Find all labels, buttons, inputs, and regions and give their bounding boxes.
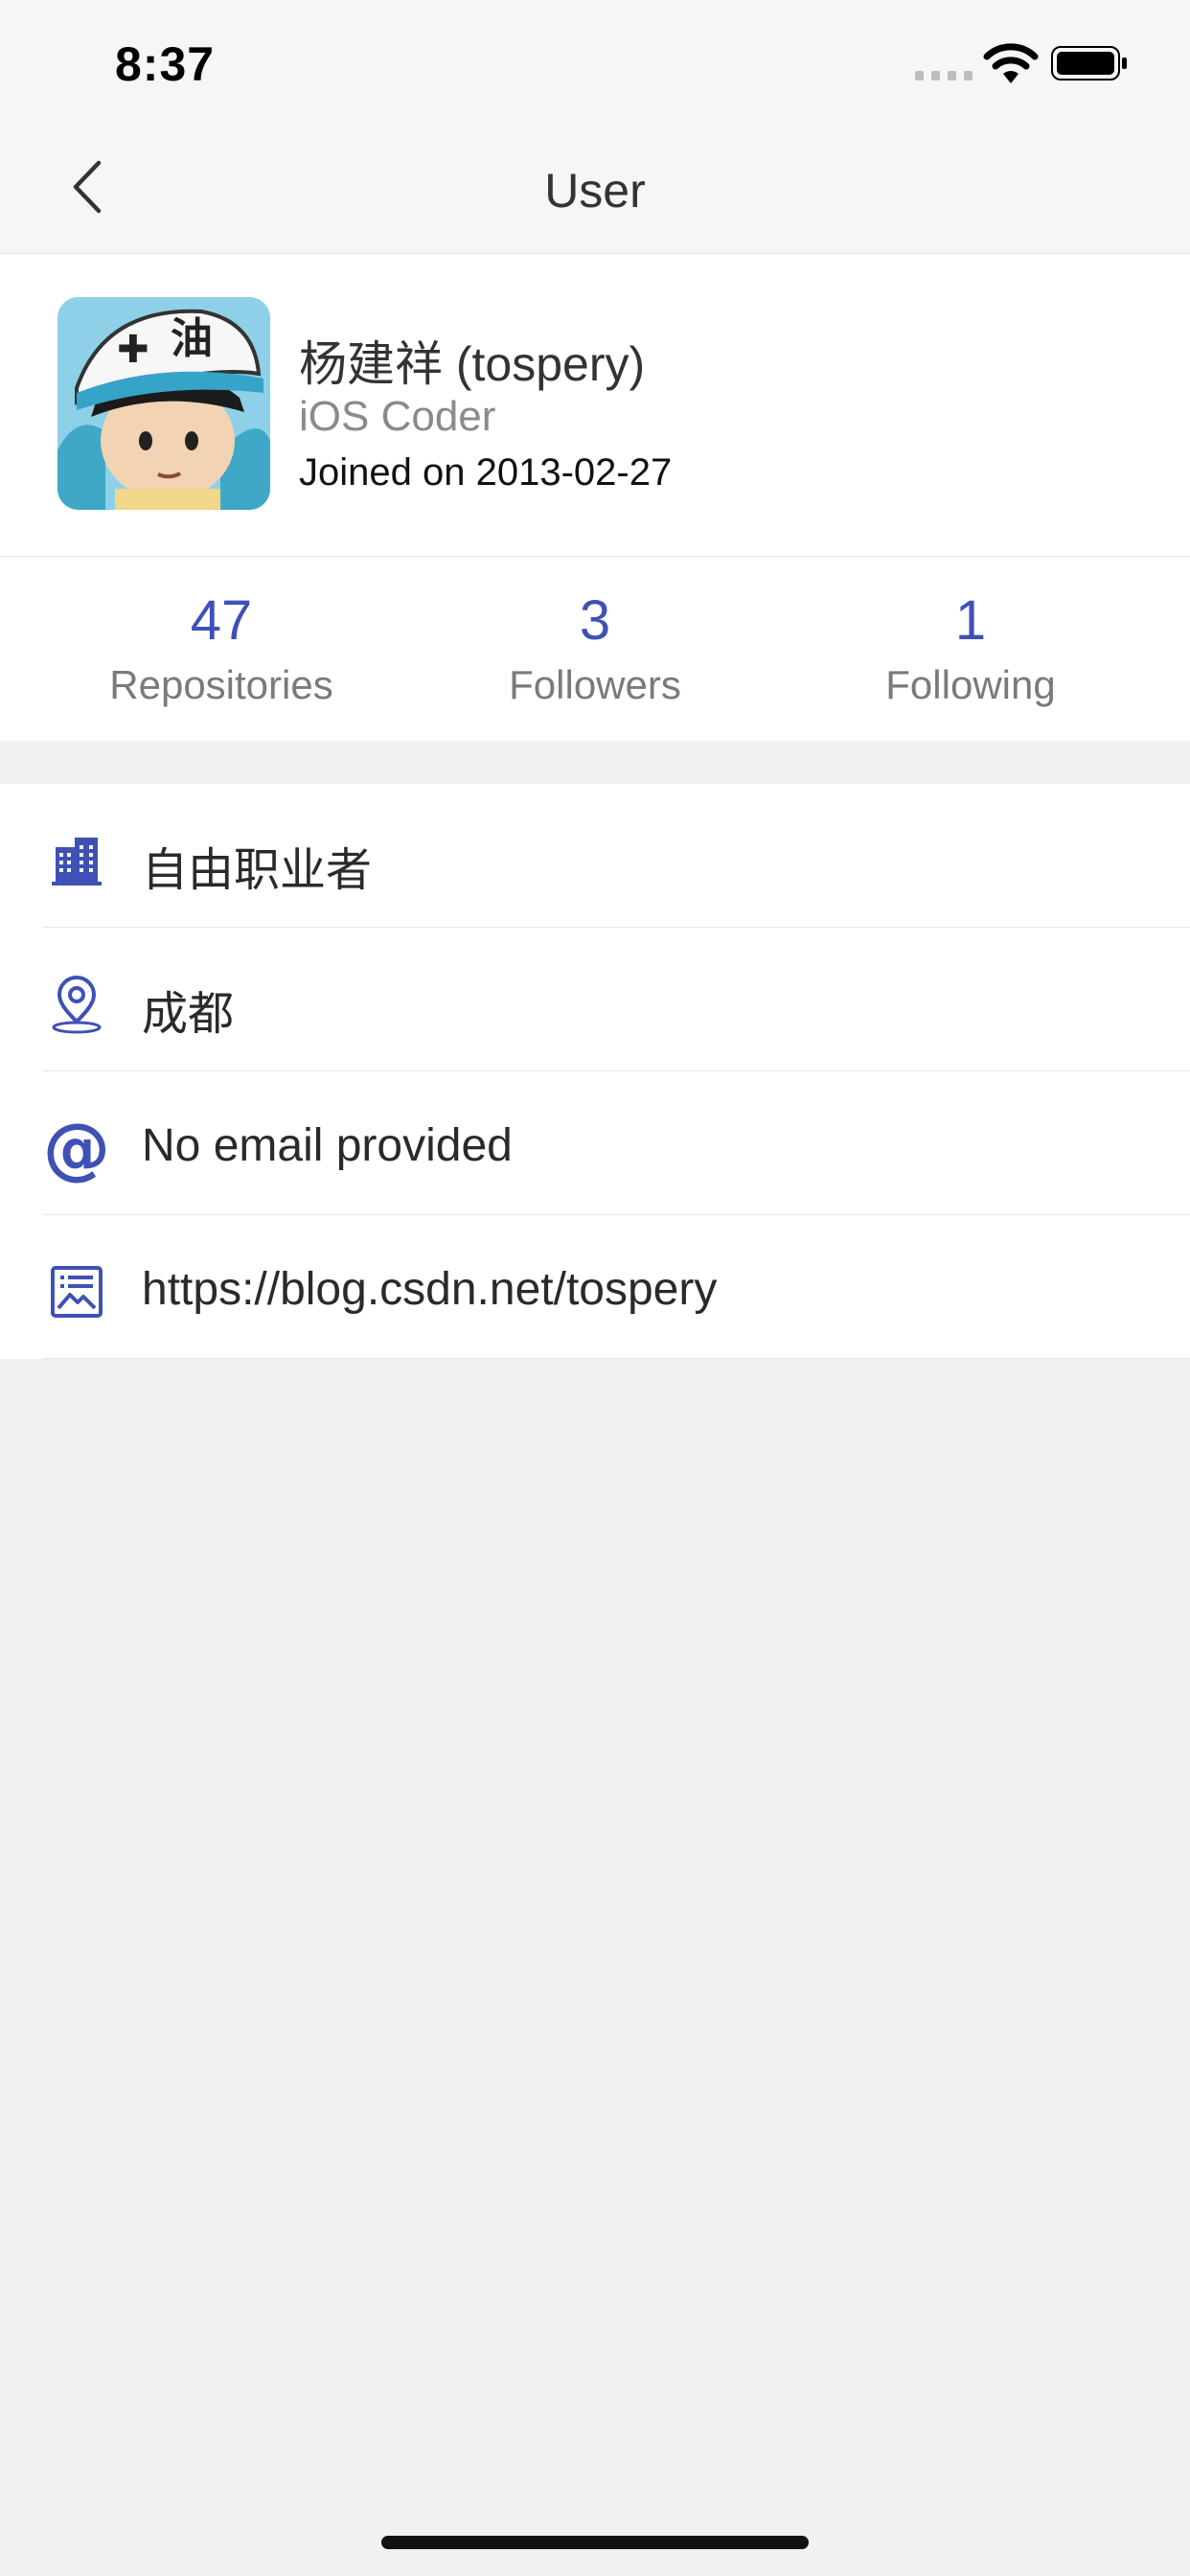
stat-label: Repositories	[109, 662, 333, 707]
building-icon	[43, 827, 110, 894]
detail-row-company[interactable]: 自由职业者	[0, 784, 1190, 928]
blog-icon	[43, 1258, 110, 1325]
avatar[interactable]: ✚ 油	[57, 297, 270, 510]
profile-joined-date: Joined on 2013-02-27	[299, 451, 673, 494]
wifi-icon	[983, 43, 1039, 83]
detail-row-location[interactable]: 成都	[0, 928, 1190, 1071]
stat-count: 1	[954, 589, 987, 652]
at-sign-icon: @	[43, 1109, 110, 1187]
stat-count: 47	[190, 589, 253, 652]
stat-followers[interactable]: 3 Followers	[397, 557, 793, 741]
stat-count: 3	[579, 589, 611, 652]
profile-bio: iOS Coder	[299, 393, 496, 440]
stat-repositories[interactable]: 47 Repositories	[23, 557, 420, 741]
profile-header: ✚ 油 杨建祥 (tospery) iOS Coder Joined on 20…	[0, 254, 1190, 557]
stat-label: Following	[885, 662, 1056, 707]
svg-text:油: 油	[171, 314, 213, 363]
stat-label: Followers	[509, 662, 681, 707]
avatar-illustration: ✚ 油	[57, 297, 270, 510]
page-title: User	[544, 164, 646, 218]
detail-text: 自由职业者	[142, 845, 373, 896]
home-indicator[interactable]	[381, 2536, 809, 2549]
profile-name: 杨建祥 (tospery)	[299, 337, 646, 391]
navigation-bar: 8:37 User	[0, 0, 1190, 254]
status-time: 8:37	[115, 37, 216, 91]
stats-bar: 47 Repositories 3 Followers 1 Following	[0, 557, 1190, 741]
detail-row-email[interactable]: @ No email provided	[0, 1071, 1190, 1215]
location-pin-icon	[43, 971, 110, 1038]
profile-details-list: 自由职业者 成都 @ No email provided https://blo…	[0, 784, 1190, 1359]
battery-icon	[1051, 46, 1127, 80]
detail-text: 成都	[142, 989, 235, 1040]
detail-text: No email provided	[142, 1120, 513, 1171]
detail-text: https://blog.csdn.net/tospery	[142, 1264, 718, 1315]
svg-text:✚: ✚	[117, 328, 149, 372]
stat-following[interactable]: 1 Following	[772, 557, 1169, 741]
cellular-signal-icon	[915, 71, 973, 80]
divider	[43, 1358, 1190, 1359]
detail-row-blog[interactable]: https://blog.csdn.net/tospery	[0, 1215, 1190, 1359]
